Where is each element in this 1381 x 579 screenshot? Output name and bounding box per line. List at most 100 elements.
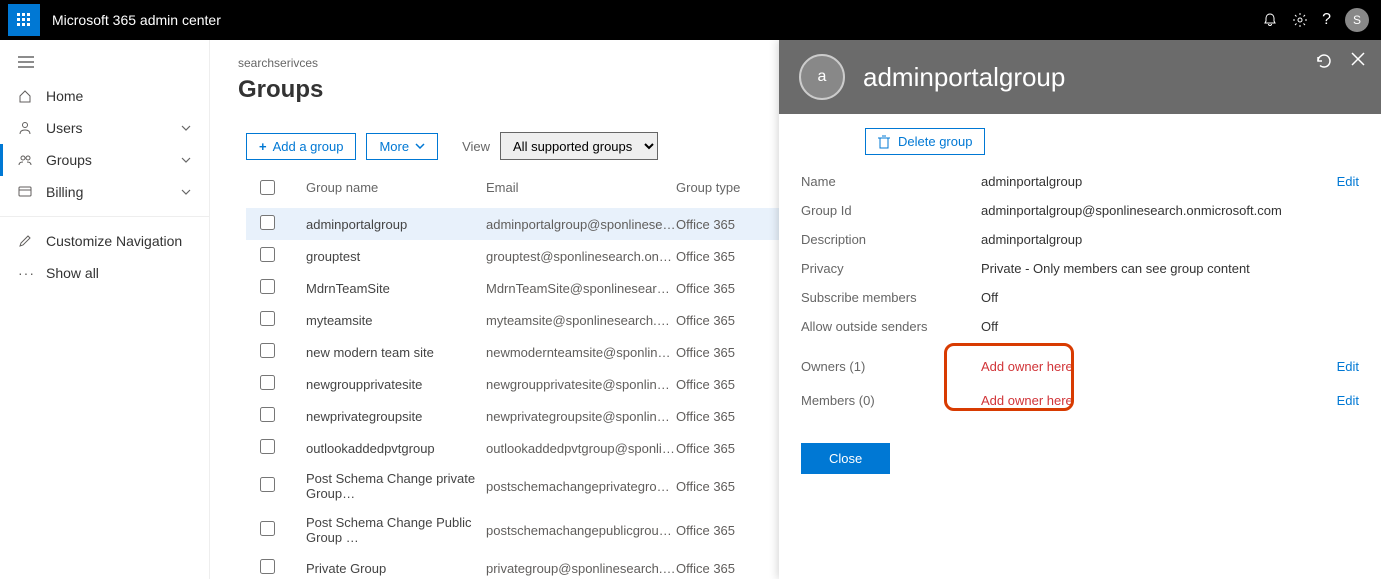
select-all-checkbox[interactable] bbox=[260, 180, 275, 195]
field-value: Add owner here bbox=[981, 393, 1319, 408]
button-label: Add a group bbox=[273, 139, 344, 154]
field-value: adminportalgroup@sponlinesearch.onmicros… bbox=[981, 203, 1319, 218]
field-label: Name bbox=[801, 174, 981, 189]
app-launcher-button[interactable] bbox=[8, 4, 40, 36]
cell-email: postschemachangepublicgrouptest… bbox=[486, 523, 676, 538]
notifications-icon[interactable] bbox=[1262, 12, 1278, 28]
nav-label: Groups bbox=[46, 152, 92, 168]
row-checkbox[interactable] bbox=[260, 311, 275, 326]
chevron-down-icon bbox=[181, 189, 191, 195]
row-checkbox[interactable] bbox=[260, 477, 275, 492]
field-name: Name adminportalgroup Edit bbox=[801, 167, 1359, 196]
help-icon[interactable]: ? bbox=[1322, 11, 1331, 29]
edit-link[interactable]: Edit bbox=[1319, 359, 1359, 374]
ellipsis-icon: ··· bbox=[18, 265, 34, 281]
cell-email: adminportalgroup@sponlinesearch… bbox=[486, 217, 676, 232]
refresh-icon[interactable] bbox=[1315, 52, 1333, 70]
row-checkbox[interactable] bbox=[260, 521, 275, 536]
cell-email: newprivategroupsite@sponlinesear… bbox=[486, 409, 676, 424]
settings-icon[interactable] bbox=[1292, 12, 1308, 28]
field-label: Subscribe members bbox=[801, 290, 981, 305]
product-title: Microsoft 365 admin center bbox=[52, 12, 1262, 28]
field-value: adminportalgroup bbox=[981, 174, 1319, 189]
button-label: More bbox=[379, 139, 409, 154]
group-avatar: a bbox=[799, 54, 845, 100]
nav-home[interactable]: Home bbox=[0, 80, 209, 112]
cell-email: newgroupprivatesite@sponlinesear… bbox=[486, 377, 676, 392]
chevron-down-icon bbox=[181, 125, 191, 131]
nav-billing[interactable]: Billing bbox=[0, 176, 209, 208]
row-checkbox[interactable] bbox=[260, 343, 275, 358]
field-privacy: Privacy Private - Only members can see g… bbox=[801, 254, 1359, 283]
chevron-down-icon bbox=[415, 143, 425, 149]
row-checkbox[interactable] bbox=[260, 375, 275, 390]
left-nav: Home Users Groups Billing Customize Navi… bbox=[0, 40, 210, 579]
cell-email: postschemachangeprivategrouptes… bbox=[486, 479, 676, 494]
field-value: adminportalgroup bbox=[981, 232, 1319, 247]
field-value: Add owner here bbox=[981, 359, 1319, 374]
cell-email: privategroup@sponlinesearch.onmi… bbox=[486, 561, 676, 576]
nav-label: Customize Navigation bbox=[46, 233, 182, 249]
cell-name: myteamsite bbox=[306, 313, 486, 328]
nav-toggle-button[interactable] bbox=[0, 52, 209, 80]
cell-name: newprivategroupsite bbox=[306, 409, 486, 424]
column-header-email[interactable]: Email bbox=[486, 180, 676, 198]
view-select[interactable]: All supported groups bbox=[500, 132, 658, 160]
row-checkbox[interactable] bbox=[260, 215, 275, 230]
row-checkbox[interactable] bbox=[260, 407, 275, 422]
cell-name: Private Group bbox=[306, 561, 486, 576]
cell-email: newmodernteamsite@sponlinesearc… bbox=[486, 345, 676, 360]
field-label: Allow outside senders bbox=[801, 319, 981, 334]
cell-name: Post Schema Change private Group… bbox=[306, 471, 486, 501]
field-value: Off bbox=[981, 319, 1319, 334]
nav-show-all[interactable]: ··· Show all bbox=[0, 257, 209, 289]
field-group-id: Group Id adminportalgroup@sponlinesearch… bbox=[801, 196, 1359, 225]
nav-customize[interactable]: Customize Navigation bbox=[0, 225, 209, 257]
field-label: Owners (1) bbox=[801, 359, 981, 374]
nav-label: Home bbox=[46, 88, 83, 104]
panel-header: a adminportalgroup bbox=[779, 40, 1381, 114]
field-value: Private - Only members can see group con… bbox=[981, 261, 1319, 276]
more-button[interactable]: More bbox=[366, 133, 438, 160]
trash-icon bbox=[878, 135, 890, 149]
field-label: Members (0) bbox=[801, 393, 981, 408]
cell-name: Post Schema Change Public Group … bbox=[306, 515, 486, 545]
top-bar: Microsoft 365 admin center ? S bbox=[0, 0, 1381, 40]
cell-name: MdrnTeamSite bbox=[306, 281, 486, 296]
delete-group-button[interactable]: Delete group bbox=[865, 128, 985, 155]
billing-icon bbox=[18, 186, 34, 198]
panel-title: adminportalgroup bbox=[863, 62, 1065, 93]
cell-name: newgroupprivatesite bbox=[306, 377, 486, 392]
group-details-panel: a adminportalgroup Delete group Name adm… bbox=[779, 40, 1381, 579]
users-icon bbox=[18, 121, 34, 135]
row-checkbox[interactable] bbox=[260, 247, 275, 262]
column-header-name[interactable]: Group name bbox=[306, 180, 486, 198]
field-value: Off bbox=[981, 290, 1319, 305]
row-checkbox[interactable] bbox=[260, 279, 275, 294]
field-owners: Owners (1) Add owner here Edit bbox=[801, 341, 1359, 381]
close-icon[interactable] bbox=[1351, 52, 1365, 70]
close-button[interactable]: Close bbox=[801, 443, 890, 474]
cell-email: grouptest@sponlinesearch.onmicr… bbox=[486, 249, 676, 264]
row-checkbox[interactable] bbox=[260, 559, 275, 574]
view-label: View bbox=[462, 139, 490, 154]
user-avatar[interactable]: S bbox=[1345, 8, 1369, 32]
cell-email: myteamsite@sponlinesearch.onmic… bbox=[486, 313, 676, 328]
field-label: Description bbox=[801, 232, 981, 247]
field-outside: Allow outside senders Off bbox=[801, 312, 1359, 341]
nav-groups[interactable]: Groups bbox=[0, 144, 209, 176]
groups-icon bbox=[18, 153, 34, 167]
nav-users[interactable]: Users bbox=[0, 112, 209, 144]
edit-link[interactable]: Edit bbox=[1319, 174, 1359, 189]
nav-label: Show all bbox=[46, 265, 99, 281]
row-checkbox[interactable] bbox=[260, 439, 275, 454]
edit-icon bbox=[18, 234, 34, 248]
field-subscribe: Subscribe members Off bbox=[801, 283, 1359, 312]
field-description: Description adminportalgroup bbox=[801, 225, 1359, 254]
cell-name: outlookaddedpvtgroup bbox=[306, 441, 486, 456]
nav-label: Users bbox=[46, 120, 83, 136]
cell-email: outlookaddedpvtgroup@sponlinese… bbox=[486, 441, 676, 456]
add-group-button[interactable]: +Add a group bbox=[246, 133, 356, 160]
edit-link[interactable]: Edit bbox=[1319, 393, 1359, 408]
button-label: Delete group bbox=[898, 134, 972, 149]
